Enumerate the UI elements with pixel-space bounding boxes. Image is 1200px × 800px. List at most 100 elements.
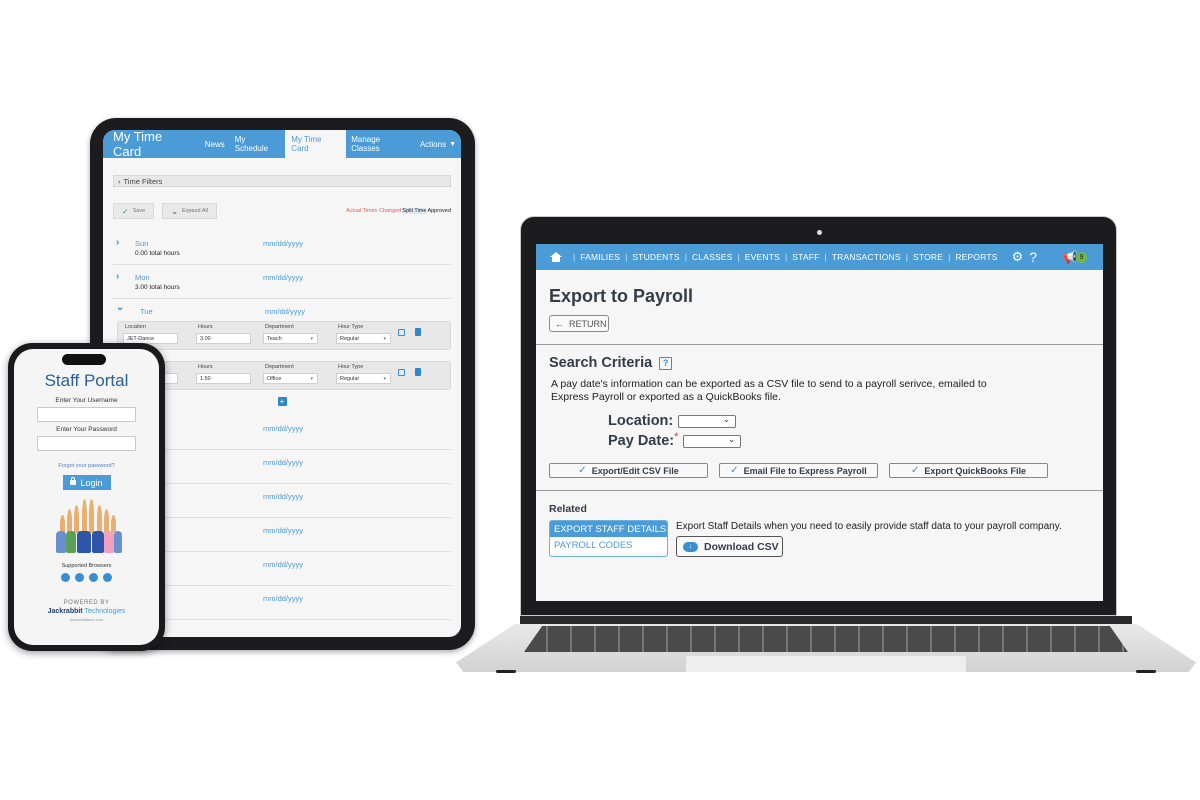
home-icon[interactable] <box>550 252 562 262</box>
location-select[interactable]: ⌄ <box>678 414 737 428</box>
firefox-icon <box>75 573 84 582</box>
nav-classes[interactable]: CLASSES <box>692 252 733 262</box>
related-tab-payroll-codes[interactable]: PAYROLL CODES <box>550 537 667 553</box>
chevron-right-icon[interactable]: › <box>116 271 119 282</box>
note-icon[interactable] <box>398 329 405 336</box>
phone-device: Staff Portal Enter Your Username Enter Y… <box>8 343 165 651</box>
expand-all-button[interactable]: ⌄ Expand All <box>162 203 217 219</box>
note-icon[interactable] <box>398 369 405 376</box>
check-icon: ✓ <box>730 465 739 476</box>
day-date: mm/dd/yyyy <box>263 560 304 569</box>
supported-browsers-label: Supported Browsers <box>61 563 112 569</box>
department-value: Teach <box>267 335 282 342</box>
tablet-app-title: My Time Card <box>113 130 163 159</box>
help-box-icon[interactable]: ? <box>659 356 673 370</box>
hours-field[interactable]: 3.00 <box>196 333 251 344</box>
export-csv-button[interactable]: ✓ Export/Edit CSV File <box>549 463 708 478</box>
username-label: Enter Your Username <box>55 397 118 404</box>
dropdown-arrow-icon: ▾ <box>383 375 386 382</box>
login-button[interactable]: Login <box>62 475 111 490</box>
jackrabbit-logo: Jackrabbit Technologies <box>14 608 159 615</box>
edge-icon <box>89 573 98 582</box>
nav-events[interactable]: EVENTS <box>745 252 780 262</box>
page-title: Export to Payroll <box>549 286 694 306</box>
caret-down-icon: ▼ <box>449 140 457 148</box>
nav-store[interactable]: STORE <box>913 252 943 262</box>
return-button[interactable]: ← RETURN <box>549 315 609 332</box>
department-select[interactable]: Office ▾ <box>263 373 318 384</box>
brand-name: Jackrabbit <box>47 608 83 615</box>
day-date: mm/dd/yyyy <box>263 458 304 467</box>
return-label: RETURN <box>569 318 607 329</box>
nav-staff[interactable]: STAFF <box>792 252 819 262</box>
brand-suffix: Technologies <box>84 608 126 615</box>
department-select[interactable]: Teach ▾ <box>263 333 318 344</box>
chevron-right-icon[interactable]: › <box>116 237 119 248</box>
export-quickbooks-button[interactable]: ✓ Export QuickBooks File <box>889 463 1048 478</box>
day-date: mm/dd/yyyy <box>263 492 304 501</box>
download-csv-button[interactable]: ↓ Download CSV <box>676 536 783 557</box>
nav-my-schedule[interactable]: My Schedule <box>230 130 286 158</box>
nav-manage-classes[interactable]: Manage Classes <box>346 130 415 158</box>
export-quickbooks-label: Export QuickBooks File <box>924 465 1026 476</box>
powered-by-label: POWERED BY <box>63 600 110 606</box>
hours-field[interactable]: 1.50 <box>196 373 251 384</box>
nav-actions[interactable]: Actions ▼ <box>415 130 461 158</box>
hour-type-select[interactable]: Regular ▾ <box>336 333 391 344</box>
dynamic-island <box>62 354 106 365</box>
webcam <box>817 230 822 235</box>
check-icon: ✓ <box>122 206 129 216</box>
password-input[interactable] <box>37 436 136 451</box>
dropdown-arrow-icon: ▾ <box>383 335 386 342</box>
nav-families[interactable]: FAMILIES <box>580 252 620 262</box>
chevron-down-icon[interactable]: ⌄ <box>116 302 124 313</box>
location-label: Location: <box>608 413 674 429</box>
time-card-toolbar: ✓ Save ⌄ Expand All Actual Times Changed S… <box>113 203 451 219</box>
check-icon: ✓ <box>911 465 920 476</box>
main-nav-bar: | FAMILIES | STUDENTS | CLASSES | EVENTS | ST… <box>536 244 1103 270</box>
department-label: Department <box>265 324 294 330</box>
add-entry-button[interactable]: + <box>277 397 287 406</box>
nav-students[interactable]: STUDENTS <box>632 252 679 262</box>
laptop-lid: | FAMILIES | STUDENTS | CLASSES | EVENTS | ST… <box>520 216 1117 616</box>
day-row-tue[interactable]: ⌄ Tue mm/dd/yyyy <box>113 299 451 321</box>
day-date: mm/dd/yyyy <box>265 307 306 316</box>
gear-icon[interactable]: ⚙ <box>1012 249 1024 265</box>
status-legend: Actual Times Changed Split Time Approved <box>346 208 451 214</box>
forgot-password-link[interactable]: Forgot your password? <box>14 463 159 469</box>
trackpad <box>686 656 966 672</box>
day-row-sun[interactable]: › Sun 0.00 total hours mm/dd/yyyy <box>113 231 451 265</box>
nav-reports[interactable]: REPORTS <box>955 252 997 262</box>
day-date: mm/dd/yyyy <box>263 273 304 282</box>
day-date: mm/dd/yyyy <box>263 424 304 433</box>
day-name: Tue <box>140 307 153 316</box>
check-icon: ✓ <box>578 465 587 476</box>
location-label: Location <box>125 324 146 330</box>
help-icon[interactable]: ? <box>1029 249 1037 265</box>
username-input[interactable] <box>37 407 136 422</box>
chevron-down-icon: ⌄ <box>727 433 736 444</box>
day-date: mm/dd/yyyy <box>263 526 304 535</box>
related-heading: Related <box>549 503 587 515</box>
department-label: Department <box>265 364 294 370</box>
time-filters-toggle[interactable]: › Time Filters <box>113 175 451 187</box>
save-label: Save <box>132 208 146 214</box>
laptop-foot <box>496 670 516 673</box>
day-name: Mon <box>135 273 150 282</box>
export-form: Location: ⌄ Pay Date: * ⌄ <box>608 413 1103 449</box>
safari-icon <box>103 573 112 582</box>
save-button[interactable]: ✓ Save <box>113 203 155 219</box>
trash-icon[interactable] <box>415 328 421 336</box>
related-tab-export-staff-details[interactable]: EXPORT STAFF DETAILS <box>550 521 667 537</box>
pay-date-select[interactable]: ⌄ <box>683 433 742 448</box>
day-row-mon[interactable]: › Mon 3.00 total hours mm/dd/yyyy <box>113 265 451 299</box>
nav-transactions[interactable]: TRANSACTIONS <box>832 252 901 262</box>
email-express-payroll-button[interactable]: ✓ Email File to Express Payroll <box>719 463 878 478</box>
notification-badge[interactable]: 9 <box>1076 251 1087 263</box>
trash-icon[interactable] <box>415 368 421 376</box>
nav-my-time-card[interactable]: My Time Card <box>285 130 347 158</box>
nav-news[interactable]: News <box>200 130 230 158</box>
hour-type-select[interactable]: Regular ▾ <box>336 373 391 384</box>
related-description: Export Staff Details when you need to ea… <box>676 521 1062 532</box>
location-row: Location: ⌄ <box>608 413 1103 429</box>
